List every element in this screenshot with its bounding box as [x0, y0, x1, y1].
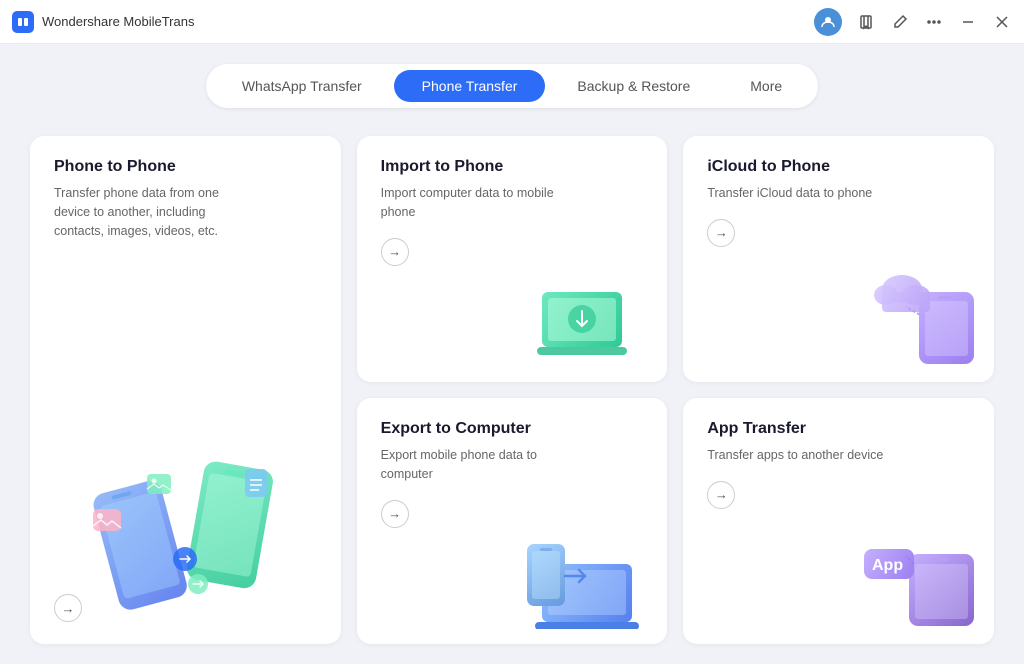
card-export-desc: Export mobile phone data to computer: [381, 446, 561, 484]
titlebar-right: [814, 8, 1012, 36]
close-icon[interactable]: [992, 12, 1012, 32]
card-phone-to-phone[interactable]: Phone to Phone Transfer phone data from …: [30, 136, 341, 644]
card-app-desc: Transfer apps to another device: [707, 446, 887, 465]
card-export-arrow[interactable]: →: [381, 500, 409, 528]
nav-tabs: WhatsApp Transfer Phone Transfer Backup …: [206, 64, 818, 108]
titlebar-left: Wondershare MobileTrans: [12, 11, 194, 33]
icloud-illustration: [864, 257, 984, 372]
cards-grid: Phone to Phone Transfer phone data from …: [30, 136, 994, 644]
tab-more[interactable]: More: [722, 70, 810, 102]
card-icloud-title: iCloud to Phone: [707, 158, 970, 176]
card-phone-to-phone-title: Phone to Phone: [54, 158, 317, 176]
edit-icon[interactable]: [890, 12, 910, 32]
phone-to-phone-illustration: [75, 424, 295, 624]
tab-backup[interactable]: Backup & Restore: [549, 70, 718, 102]
user-avatar[interactable]: [814, 8, 842, 36]
card-icloud-to-phone[interactable]: iCloud to Phone Transfer iCloud data to …: [683, 136, 994, 382]
import-illustration: [537, 267, 657, 372]
card-app-arrow[interactable]: →: [707, 481, 735, 509]
card-app-title: App Transfer: [707, 420, 970, 438]
app-title: Wondershare MobileTrans: [42, 14, 194, 29]
card-import-arrow[interactable]: →: [381, 238, 409, 266]
main-content: WhatsApp Transfer Phone Transfer Backup …: [0, 44, 1024, 664]
svg-text:App: App: [872, 557, 903, 574]
tab-whatsapp[interactable]: WhatsApp Transfer: [214, 70, 390, 102]
bookmark-icon[interactable]: [856, 12, 876, 32]
app-transfer-illustration: App: [854, 524, 984, 634]
card-icloud-arrow[interactable]: →: [707, 219, 735, 247]
card-import-desc: Import computer data to mobile phone: [381, 184, 561, 222]
card-import-title: Import to Phone: [381, 158, 644, 176]
tab-phone[interactable]: Phone Transfer: [394, 70, 546, 102]
card-phone-to-phone-arrow[interactable]: →: [54, 594, 82, 622]
titlebar: Wondershare MobileTrans: [0, 0, 1024, 44]
card-phone-to-phone-desc: Transfer phone data from one device to a…: [54, 184, 234, 240]
minimize-icon[interactable]: [958, 12, 978, 32]
card-icloud-desc: Transfer iCloud data to phone: [707, 184, 887, 203]
card-export-title: Export to Computer: [381, 420, 644, 438]
card-import-to-phone[interactable]: Import to Phone Import computer data to …: [357, 136, 668, 382]
card-export-to-computer[interactable]: Export to Computer Export mobile phone d…: [357, 398, 668, 644]
export-illustration: [527, 524, 657, 634]
card-app-transfer[interactable]: App Transfer Transfer apps to another de…: [683, 398, 994, 644]
menu-icon[interactable]: [924, 12, 944, 32]
app-icon: [12, 11, 34, 33]
